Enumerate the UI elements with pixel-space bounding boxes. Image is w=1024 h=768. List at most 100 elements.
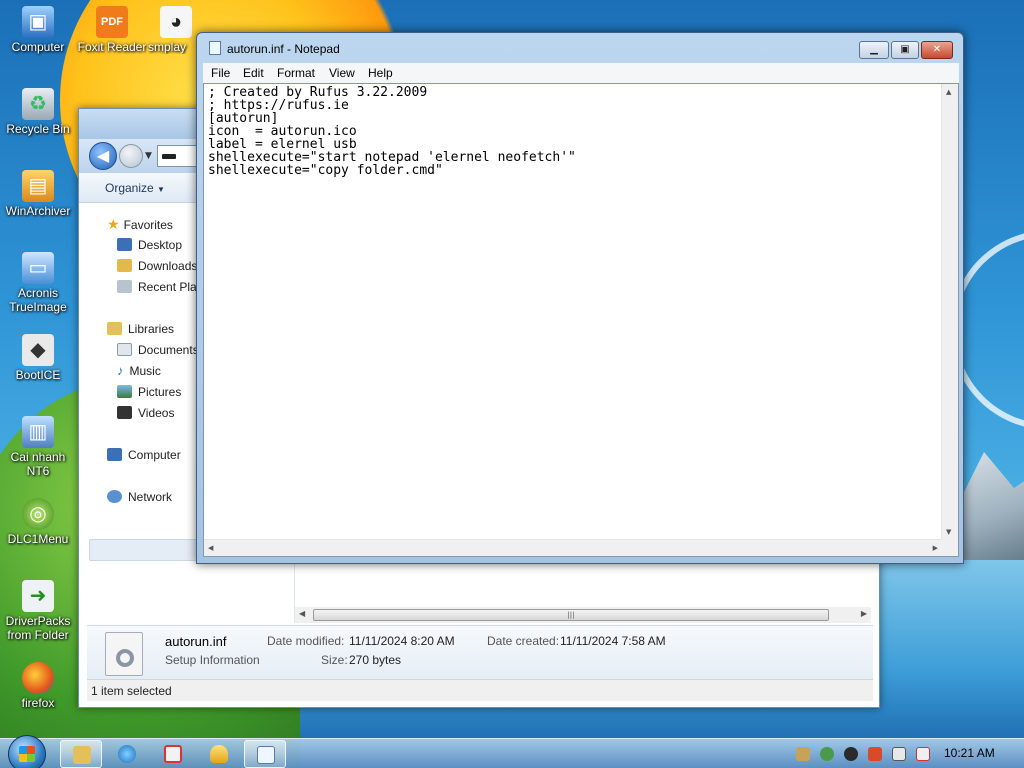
- archive-icon: ▤: [22, 170, 54, 202]
- scrollbar-corner: [941, 539, 958, 556]
- computer-icon: [107, 448, 122, 461]
- nav-libraries[interactable]: Libraries: [107, 320, 174, 338]
- scrollbar-thumb[interactable]: |||: [313, 609, 829, 621]
- desktop-icon-bootice[interactable]: ◆ BootICE: [0, 334, 76, 382]
- windows-logo-icon: [19, 746, 35, 762]
- details-size-label: Size:: [321, 653, 348, 667]
- menu-view[interactable]: View: [329, 66, 355, 80]
- text-editor-area[interactable]: ; Created by Rufus 3.22.2009 ; https://r…: [203, 83, 959, 557]
- maximize-icon: ▣: [900, 44, 910, 55]
- taskbar-network-tool[interactable]: [152, 740, 194, 768]
- star-icon: ★: [107, 216, 120, 232]
- minimize-button[interactable]: ▁: [859, 41, 889, 59]
- winamp-icon: [210, 745, 228, 763]
- close-button[interactable]: ✕: [921, 41, 953, 59]
- driverpack-icon: ➜: [22, 580, 54, 612]
- desktop-icon-winarchiver[interactable]: ▤ WinArchiver: [0, 170, 76, 218]
- recent-pages-dropdown-icon[interactable]: ▼: [145, 151, 152, 161]
- window-title: autorun.inf - Notepad: [227, 42, 340, 56]
- menu-file[interactable]: File: [211, 66, 230, 80]
- menu-help[interactable]: Help: [368, 66, 393, 80]
- nav-pictures[interactable]: Pictures: [117, 383, 181, 401]
- taskbar-internet-explorer[interactable]: [106, 740, 148, 768]
- desktop-icon: [117, 238, 132, 251]
- documents-icon: [117, 343, 132, 356]
- recent-places-icon: [117, 280, 132, 293]
- music-icon: ♪: [117, 363, 124, 378]
- details-file-type: Setup Information: [165, 653, 260, 667]
- tray-monitor-icon[interactable]: [892, 747, 906, 761]
- tray-tool-icon[interactable]: [796, 747, 810, 761]
- tray-play-icon[interactable]: [844, 747, 858, 761]
- taskbar-winamp[interactable]: [198, 740, 240, 768]
- nav-computer[interactable]: Computer: [107, 446, 181, 464]
- maximize-button[interactable]: ▣: [891, 41, 919, 59]
- firefox-icon: [22, 662, 54, 694]
- scroll-left-icon[interactable]: ◀: [299, 609, 305, 618]
- details-date-modified-label: Date modified:: [267, 634, 345, 648]
- downloads-folder-icon: [117, 259, 132, 272]
- acronis-icon: ▭: [22, 252, 54, 284]
- menu-edit[interactable]: Edit: [243, 66, 264, 80]
- desktop-icon-computer[interactable]: ▣ Computer: [0, 6, 76, 54]
- document-text[interactable]: ; Created by Rufus 3.22.2009 ; https://r…: [208, 86, 576, 177]
- network-tool-icon: [164, 745, 182, 763]
- menu-bar: File Edit Format View Help: [203, 63, 959, 83]
- setup-information-file-icon: [105, 632, 143, 676]
- penguin-icon: ◕: [160, 6, 192, 38]
- taskbar-explorer[interactable]: [60, 740, 102, 768]
- desktop-icon-foxit-reader[interactable]: PDF Foxit Reader: [74, 6, 150, 54]
- start-button[interactable]: [8, 735, 46, 768]
- explorer-horizontal-scrollbar[interactable]: ◀ ||| ▶: [295, 607, 871, 623]
- organize-button[interactable]: Organize ▼: [105, 181, 165, 195]
- scroll-down-icon[interactable]: ▼: [946, 528, 951, 536]
- details-date-modified: 11/11/2024 8:20 AM: [349, 634, 455, 648]
- pdf-icon: PDF: [96, 6, 128, 38]
- chevron-down-icon: ▼: [157, 185, 165, 194]
- vertical-scrollbar[interactable]: ▲ ▼: [941, 84, 958, 540]
- horizontal-scrollbar[interactable]: ◀ ▶: [204, 539, 942, 556]
- scroll-right-icon[interactable]: ▶: [861, 609, 867, 618]
- nav-music[interactable]: ♪ Music: [117, 362, 161, 380]
- desktop-icon-recycle-bin[interactable]: ♻ Recycle Bin: [0, 88, 76, 136]
- status-bar: 1 item selected: [87, 679, 873, 701]
- tray-volume-mute-icon[interactable]: [916, 747, 930, 761]
- bootice-icon: ◆: [22, 334, 54, 366]
- details-size: 270 bytes: [349, 653, 402, 667]
- clock[interactable]: 10:21 AM: [944, 746, 995, 760]
- menu-format[interactable]: Format: [277, 66, 315, 80]
- libraries-icon: [107, 322, 122, 335]
- desktop-icon-driverpacks[interactable]: ➜ DriverPacks from Folder: [0, 580, 76, 642]
- desktop-icon-smplay[interactable]: ◕ smplay: [148, 6, 200, 54]
- notepad-icon: [209, 41, 221, 55]
- taskbar-notepad[interactable]: [244, 740, 286, 768]
- explorer-icon: [73, 746, 91, 764]
- desktop-icon-dlc1menu[interactable]: ◎ DLC1Menu: [0, 498, 76, 546]
- tray-safe-icon[interactable]: [820, 747, 834, 761]
- taskbar: 10:21 AM: [0, 735, 1024, 768]
- scroll-up-icon[interactable]: ▲: [946, 88, 951, 96]
- back-arrow-icon[interactable]: ◀: [89, 142, 117, 170]
- installer-icon: ▥: [22, 416, 54, 448]
- videos-icon: [117, 406, 132, 419]
- notepad-window[interactable]: autorun.inf - Notepad ▁ ▣ ✕ File Edit Fo…: [196, 32, 964, 564]
- scroll-left-icon[interactable]: ◀: [208, 544, 213, 552]
- details-date-created-label: Date created:: [487, 634, 560, 648]
- drive-icon: [162, 154, 176, 159]
- desktop-icon-cai-nhanh[interactable]: ▥ Cai nhanh NT6: [0, 416, 76, 478]
- gear-icon: [116, 649, 134, 667]
- desktop-icon-acronis[interactable]: ▭ Acronis TrueImage: [0, 252, 76, 314]
- nav-favorites[interactable]: ★ Favorites: [107, 215, 173, 233]
- computer-icon: ▣: [22, 6, 54, 38]
- nav-videos[interactable]: Videos: [117, 404, 174, 422]
- nav-desktop[interactable]: Desktop: [117, 236, 182, 254]
- network-icon: [107, 490, 122, 503]
- notepad-icon: [257, 746, 275, 764]
- forward-arrow-icon[interactable]: [119, 144, 143, 168]
- tray-cmd-icon[interactable]: [868, 747, 882, 761]
- internet-explorer-icon: [118, 745, 136, 763]
- recycle-bin-icon: ♻: [22, 88, 54, 120]
- scroll-right-icon[interactable]: ▶: [933, 544, 938, 552]
- nav-network[interactable]: Network: [107, 488, 172, 506]
- desktop-icon-firefox[interactable]: firefox: [0, 662, 76, 710]
